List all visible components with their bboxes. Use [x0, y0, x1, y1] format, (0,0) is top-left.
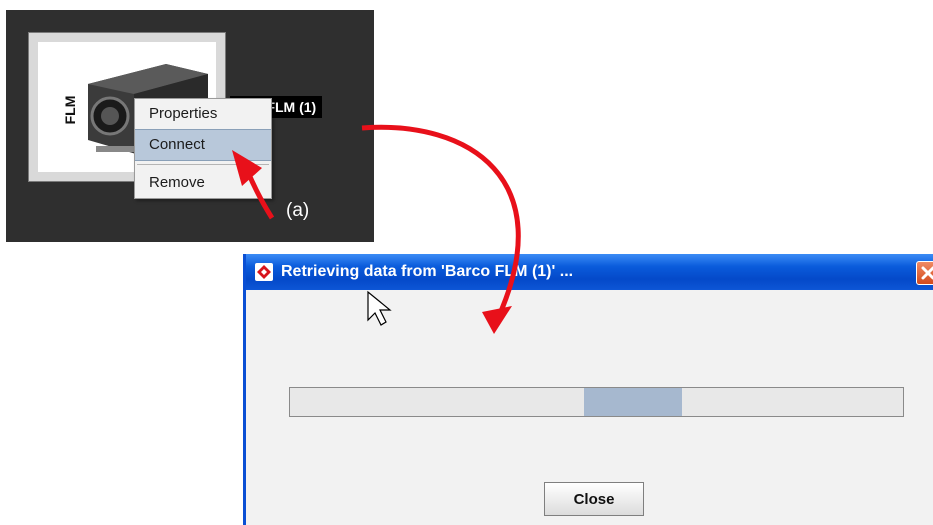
dialog-titlebar[interactable]: Retrieving data from 'Barco FLM (1)' ... [246, 254, 933, 290]
close-icon[interactable] [916, 261, 933, 285]
context-menu: Properties Connect Remove [134, 98, 272, 199]
progress-bar [289, 387, 904, 417]
app-logo-icon [255, 263, 273, 281]
annotation-label: (a) [286, 200, 310, 221]
dialog-body: Close [246, 290, 933, 525]
menu-item-remove[interactable]: Remove [135, 168, 271, 198]
menu-item-properties[interactable]: Properties [135, 99, 271, 129]
progress-dialog: Retrieving data from 'Barco FLM (1)' ...… [243, 254, 933, 525]
menu-separator [137, 164, 269, 165]
device-panel: FLM o FLM (1) Properties Connect Remove … [6, 10, 374, 242]
menu-item-connect[interactable]: Connect [135, 129, 271, 161]
dialog-title: Retrieving data from 'Barco FLM (1)' ... [281, 263, 574, 280]
progress-indicator [584, 388, 683, 416]
close-button[interactable]: Close [544, 482, 644, 516]
